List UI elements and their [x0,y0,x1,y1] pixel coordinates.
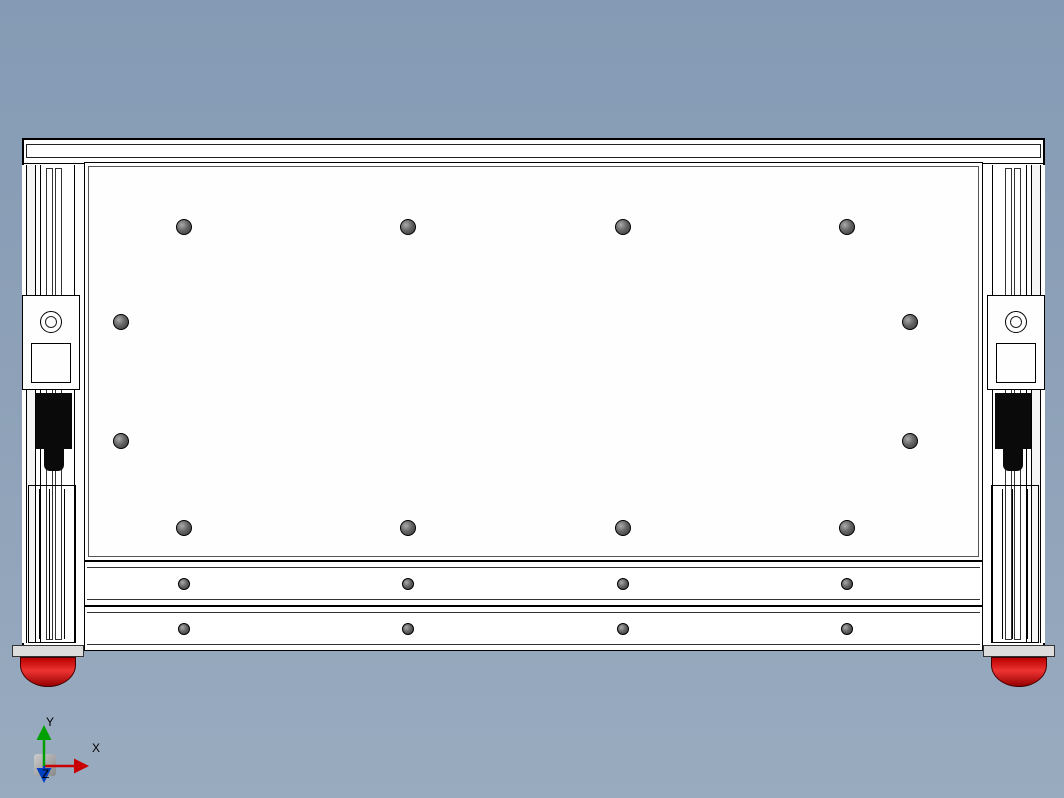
view-triad[interactable]: X Y Z [34,716,104,776]
side-column-right [983,165,1045,643]
frame-top-rail [24,140,1043,164]
screw-icon [113,314,129,330]
screw-icon [176,520,192,536]
caster-plate [983,645,1055,657]
bracket-slot [996,343,1036,383]
caster-right [983,645,1055,687]
triad-axes-icon [30,720,100,780]
front-panel [84,162,983,561]
screw-icon [402,578,414,590]
z-axis-label: Z [42,768,49,780]
caster-left [12,645,84,687]
screw-icon [615,520,631,536]
screw-icon [841,578,853,590]
screw-icon [841,623,853,635]
lower-shelf-lower [84,606,983,651]
screw-icon [902,314,918,330]
screw-icon [839,219,855,235]
cad-viewport[interactable]: X Y Z [0,0,1064,798]
lower-rail-left [28,485,76,643]
screw-icon [113,433,129,449]
caster-wheel-icon [991,657,1047,687]
x-axis-label: X [92,742,100,754]
bracket-right [987,295,1045,390]
screw-icon [178,578,190,590]
screw-icon [176,219,192,235]
bracket-bore-icon [40,311,62,333]
screw-icon [617,578,629,590]
bracket-bore-icon [1005,311,1027,333]
y-axis-label: Y [46,716,54,728]
caster-wheel-icon [20,657,76,687]
frame-top-inner [26,144,1041,158]
bracket-left [22,295,80,390]
lower-shelf-upper [84,561,983,606]
screw-icon [402,623,414,635]
bracket-slot [31,343,71,383]
damper-block-right [995,393,1031,449]
screw-icon [400,219,416,235]
damper-block-left [36,393,72,449]
lower-rail-right [991,485,1039,643]
screw-icon [178,623,190,635]
screw-icon [400,520,416,536]
assembly[interactable] [22,138,1045,651]
caster-plate [12,645,84,657]
screw-icon [902,433,918,449]
screw-icon [617,623,629,635]
screw-icon [839,520,855,536]
side-column-left [22,165,84,643]
screw-icon [615,219,631,235]
